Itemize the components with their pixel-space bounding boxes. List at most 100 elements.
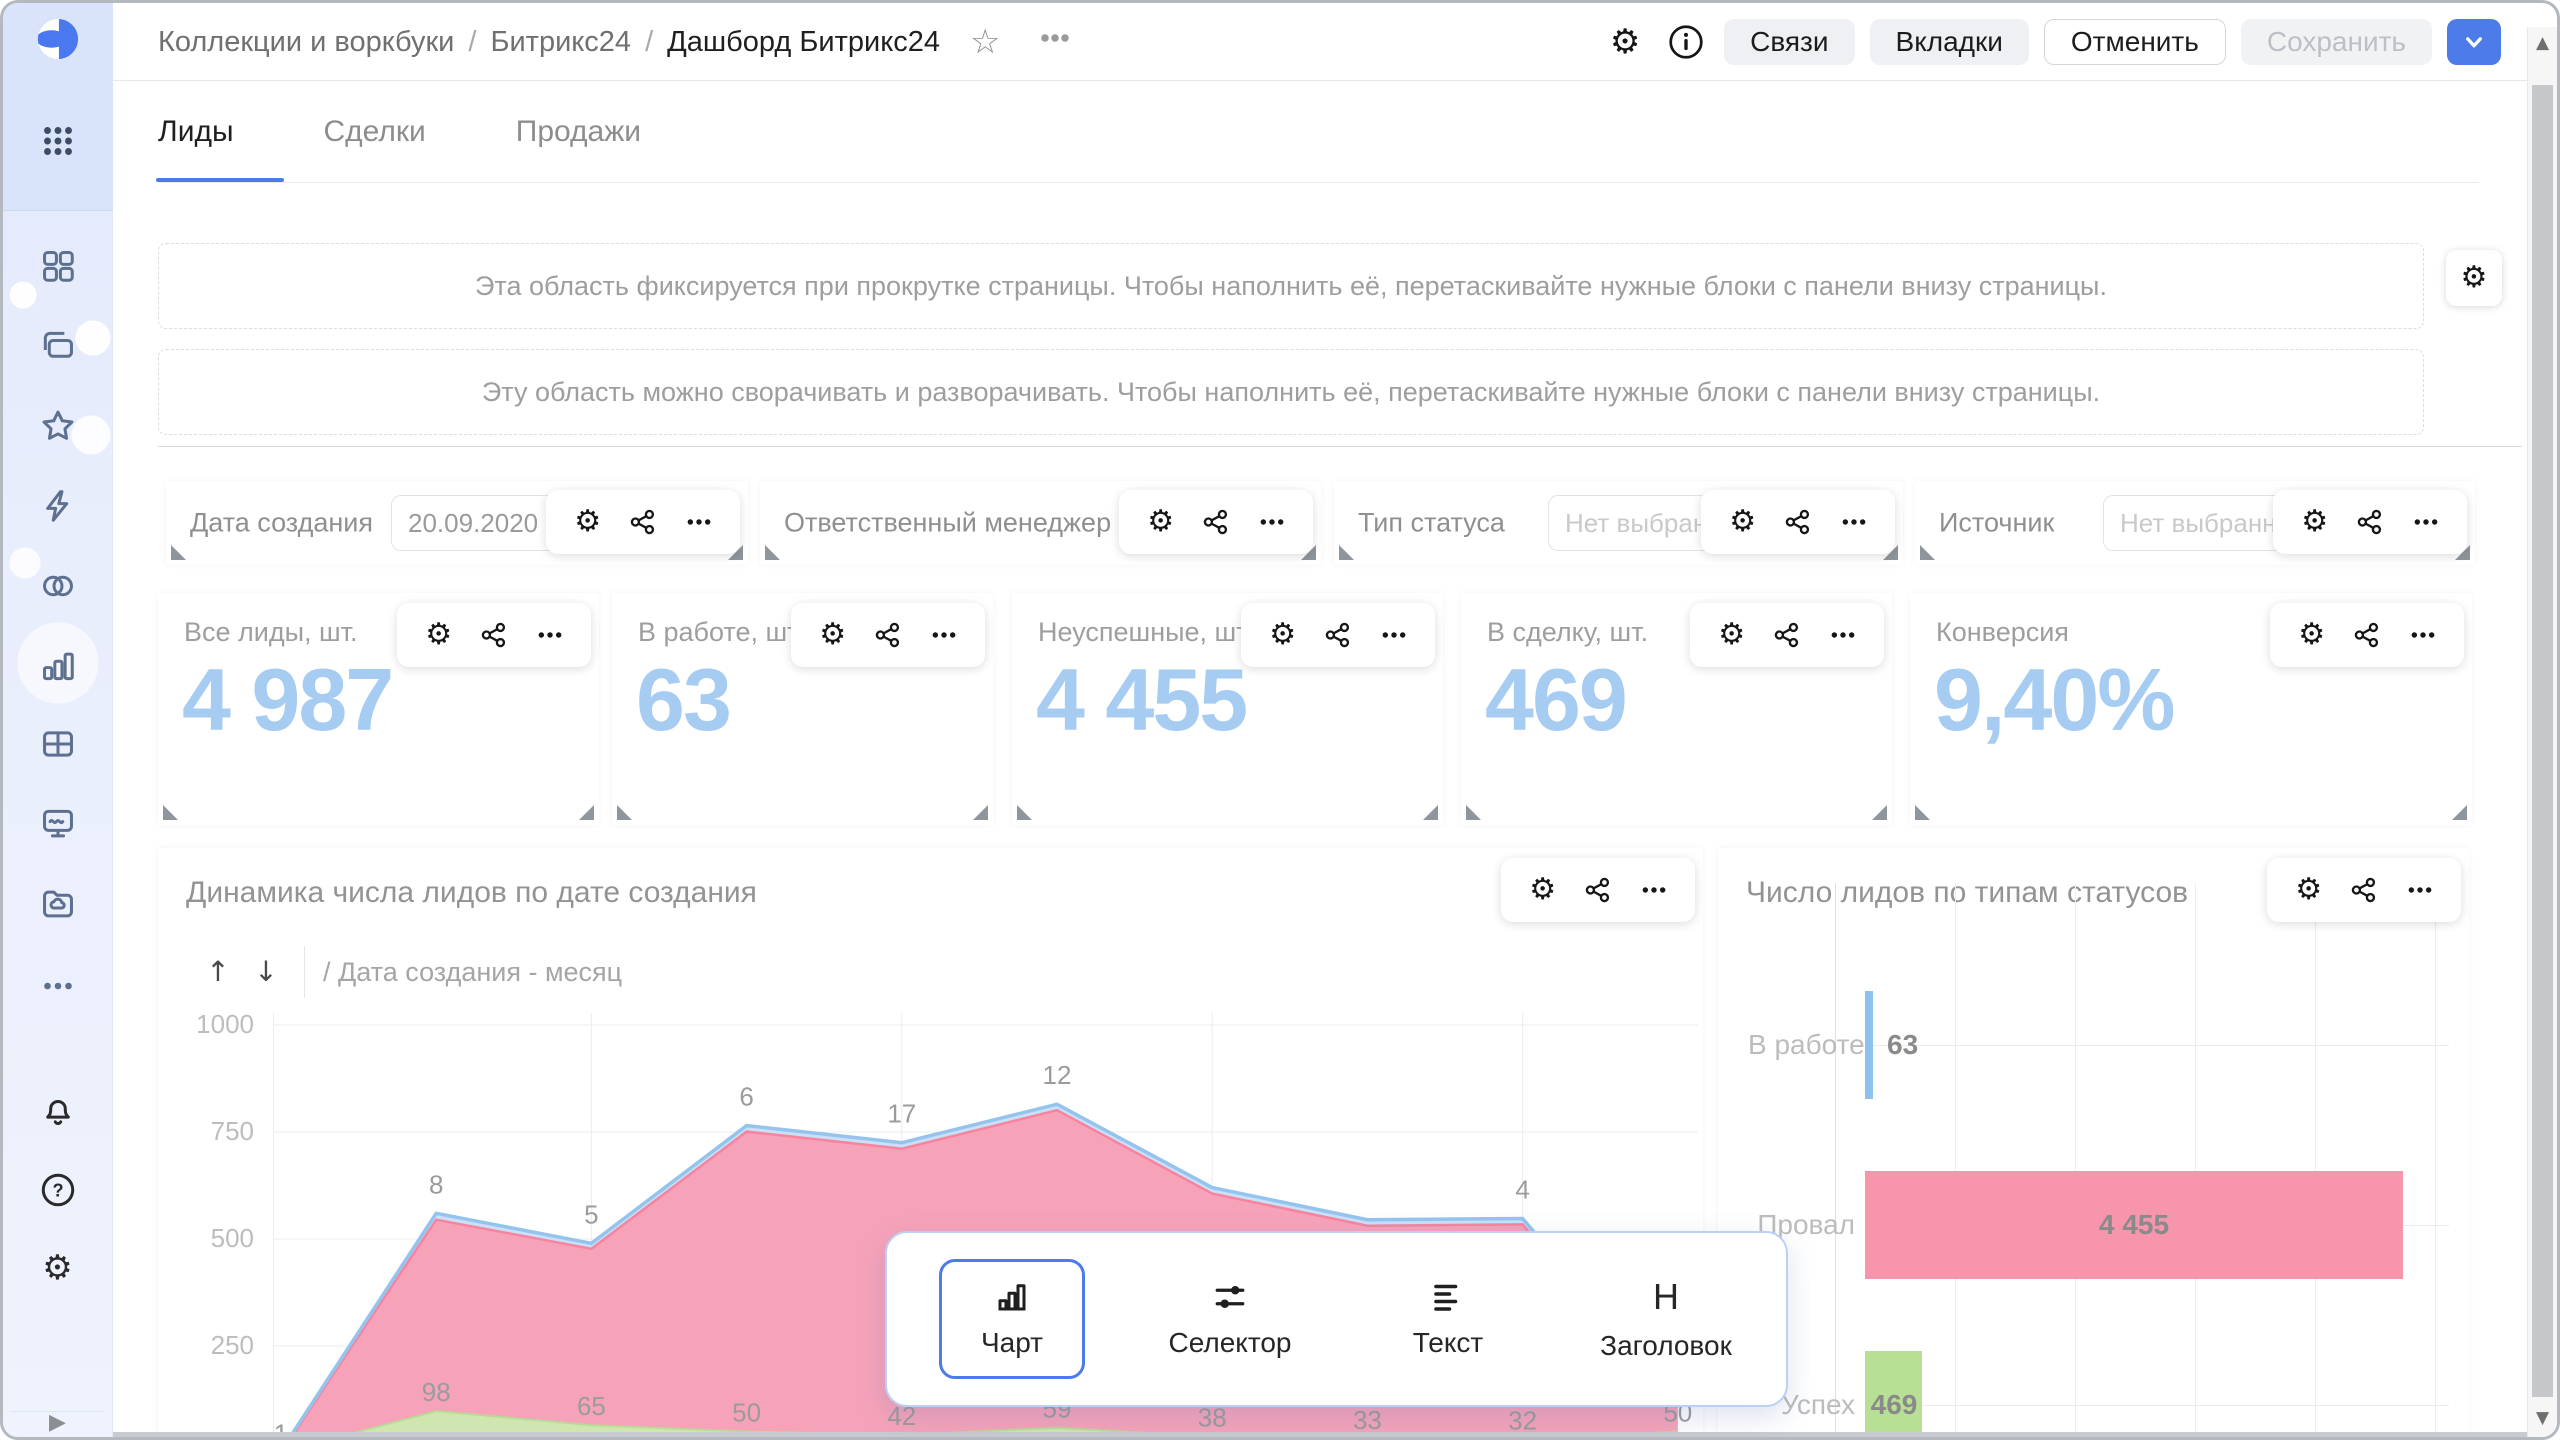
gear-icon[interactable]: ⚙ [2295, 875, 2322, 905]
tab-sales[interactable]: Продажи [516, 81, 641, 182]
favorites-star-icon[interactable] [36, 404, 80, 448]
more-icon[interactable] [1830, 622, 1856, 648]
resize-handle[interactable] [1872, 805, 1887, 820]
collections-icon[interactable] [36, 324, 80, 368]
gear-icon[interactable]: ⚙ [819, 620, 846, 650]
more-icon[interactable] [2413, 509, 2439, 535]
tab-deals[interactable]: Сделки [324, 81, 426, 182]
gear-icon[interactable]: ⚙ [1269, 620, 1296, 650]
add-chart-button[interactable]: Чарт [939, 1259, 1085, 1379]
resize-handle[interactable] [1915, 805, 1930, 820]
settings-gear-icon[interactable]: ⚙ [36, 1246, 80, 1290]
links-icon[interactable] [1784, 508, 1812, 536]
connections-icon[interactable] [36, 564, 80, 608]
charts-icon[interactable] [36, 644, 80, 688]
bar-row[interactable]: В работе63 [1748, 955, 2449, 1135]
kpi-to-deal[interactable]: В сделку, шт. 469 ⚙ [1461, 593, 1892, 825]
resize-handle[interactable] [1423, 805, 1438, 820]
more-icon[interactable] [1381, 622, 1407, 648]
more-icon[interactable] [2407, 877, 2433, 903]
gear-icon[interactable]: ⚙ [2301, 507, 2328, 537]
gear-icon[interactable]: ⚙ [574, 507, 601, 537]
scrollbar-thumb[interactable] [2532, 85, 2553, 1397]
bar-row[interactable]: Успех469 [1748, 1315, 2449, 1440]
links-icon[interactable] [1773, 621, 1801, 649]
filter-status-type[interactable]: Тип статуса ⚙ [1334, 481, 1903, 565]
more-icon[interactable] [2410, 622, 2436, 648]
bottom-scroll-strip[interactable] [113, 1432, 2527, 1440]
apps-grid-icon[interactable] [36, 119, 80, 163]
links-icon[interactable] [1584, 876, 1612, 904]
more-icon[interactable] [1259, 509, 1285, 535]
breadcrumb-workbook[interactable]: Битрикс24 [490, 26, 631, 59]
resize-handle[interactable] [1920, 545, 1935, 560]
filter-responsible-manager[interactable]: Ответственный менеджер ⚙ [760, 481, 1321, 565]
expand-sidebar-icon[interactable]: ▶ [36, 1401, 80, 1440]
favorite-star-icon[interactable]: ☆ [970, 25, 1000, 59]
filter-source[interactable]: Источник ⚙ [1915, 481, 2475, 565]
kpi-unsuccessful[interactable]: Неуспешные, шт. 4 455 ⚙ [1012, 593, 1443, 825]
notifications-bell-icon[interactable] [36, 1088, 80, 1132]
breadcrumb-collections[interactable]: Коллекции и воркбуки [158, 26, 454, 59]
more-icon[interactable] [1841, 509, 1867, 535]
dashboard-settings-gear-icon[interactable]: ⚙ [1602, 19, 1648, 65]
editor-lightning-icon[interactable] [36, 484, 80, 528]
gear-icon[interactable]: ⚙ [1147, 507, 1174, 537]
gear-icon[interactable]: ⚙ [1529, 875, 1556, 905]
storage-folder-icon[interactable] [36, 882, 80, 926]
tabs-button[interactable]: Вкладки [1870, 19, 2029, 65]
save-menu-chevron-button[interactable] [2447, 19, 2501, 65]
resize-handle[interactable] [1466, 805, 1481, 820]
kpi-all-leads[interactable]: Все лиды, шт. 4 987 ⚙ [158, 593, 599, 825]
add-heading-button[interactable]: H Заголовок [1593, 1259, 1739, 1379]
links-icon[interactable] [1324, 621, 1352, 649]
tab-leads[interactable]: Лиды [158, 81, 234, 182]
resize-handle[interactable] [765, 545, 780, 560]
resize-handle[interactable] [1339, 545, 1354, 560]
bar-row[interactable]: Провал4 455 [1748, 1135, 2449, 1315]
resize-handle[interactable] [617, 805, 632, 820]
cancel-button[interactable]: Отменить [2044, 19, 2226, 65]
kpi-in-progress[interactable]: В работе, шт. 63 ⚙ [612, 593, 993, 825]
more-icon[interactable] [1641, 877, 1667, 903]
bar[interactable] [1865, 991, 1873, 1099]
scroll-down-icon[interactable]: ▼ [2528, 1410, 2557, 1427]
filter-date-created[interactable]: Дата создания ⚙ [166, 481, 748, 565]
links-icon[interactable] [480, 621, 508, 649]
entry-menu-icon[interactable] [1040, 23, 1070, 61]
links-icon[interactable] [2356, 508, 2384, 536]
more-icon[interactable] [931, 622, 957, 648]
gear-icon[interactable]: ⚙ [425, 620, 452, 650]
datalens-logo-icon[interactable] [36, 17, 80, 61]
links-icon[interactable] [874, 621, 902, 649]
links-icon[interactable] [1202, 508, 1230, 536]
gear-icon[interactable]: ⚙ [1718, 620, 1745, 650]
gear-icon[interactable]: ⚙ [2298, 620, 2325, 650]
links-icon[interactable] [629, 508, 657, 536]
tables-icon[interactable] [36, 722, 80, 766]
resize-handle[interactable] [579, 805, 594, 820]
vertical-scrollbar[interactable]: ▲ ▼ [2527, 27, 2557, 1437]
resize-handle[interactable] [163, 805, 178, 820]
leads-by-status-chart[interactable]: Число лидов по типам статусов ⚙ В работе… [1718, 848, 2469, 1440]
links-icon[interactable] [2353, 621, 2381, 649]
help-icon[interactable]: ? [36, 1168, 80, 1212]
add-selector-button[interactable]: Селектор [1157, 1259, 1303, 1379]
resize-handle[interactable] [171, 545, 186, 560]
more-dots-icon[interactable] [36, 964, 80, 1008]
more-icon[interactable] [537, 622, 563, 648]
scroll-up-icon[interactable]: ▲ [2528, 35, 2557, 52]
fixed-area-settings-gear-icon[interactable]: ⚙ [2446, 250, 2502, 306]
kpi-conversion[interactable]: Конверсия 9,40% ⚙ [1910, 593, 2472, 825]
drill-breadcrumb[interactable]: / Дата создания - месяц [323, 957, 622, 988]
nav-grid-icon[interactable] [36, 244, 80, 288]
more-icon[interactable] [686, 509, 712, 535]
resize-handle[interactable] [1017, 805, 1032, 820]
resize-handle[interactable] [973, 805, 988, 820]
gear-icon[interactable]: ⚙ [1729, 507, 1756, 537]
links-button[interactable]: Связи [1724, 19, 1854, 65]
resize-handle[interactable] [2452, 805, 2467, 820]
add-text-button[interactable]: Текст [1375, 1259, 1521, 1379]
dashboards-monitor-icon[interactable] [36, 802, 80, 846]
save-button[interactable]: Сохранить [2241, 19, 2432, 65]
